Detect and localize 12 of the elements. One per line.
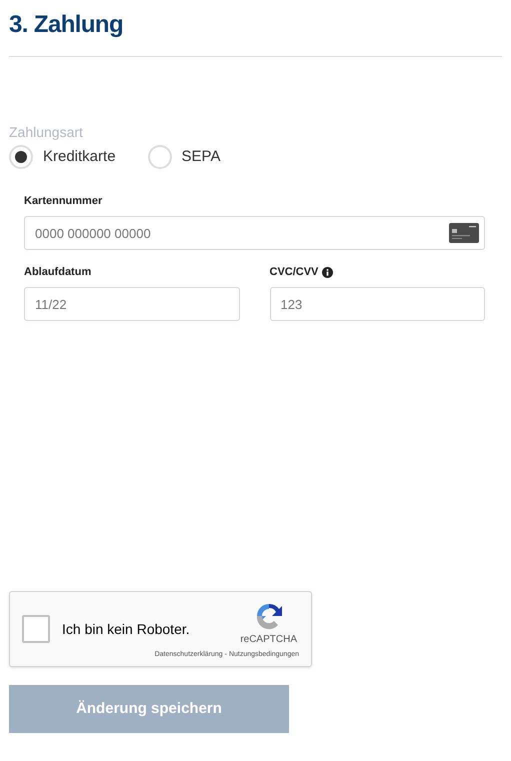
brand-label: reCAPTCHA <box>240 634 297 646</box>
field-label: CVC/CVV <box>270 264 318 280</box>
field-label: Ablaufdatum <box>24 264 92 280</box>
field-label: Zahlungsart <box>9 123 84 141</box>
input-field[interactable]: 123 <box>270 287 485 321</box>
radio-label: Kreditkarte <box>43 146 116 167</box>
input-field[interactable]: 11/22 <box>24 287 240 321</box>
checkbox-label: Ich bin kein Roboter. <box>62 620 190 638</box>
page-heading: 3. Zahlung <box>9 11 124 39</box>
field-label: Kartennummer <box>24 194 102 209</box>
input-field[interactable]: 0000 000000 00000 <box>24 216 485 250</box>
radio-label: SEPA <box>182 146 220 167</box>
